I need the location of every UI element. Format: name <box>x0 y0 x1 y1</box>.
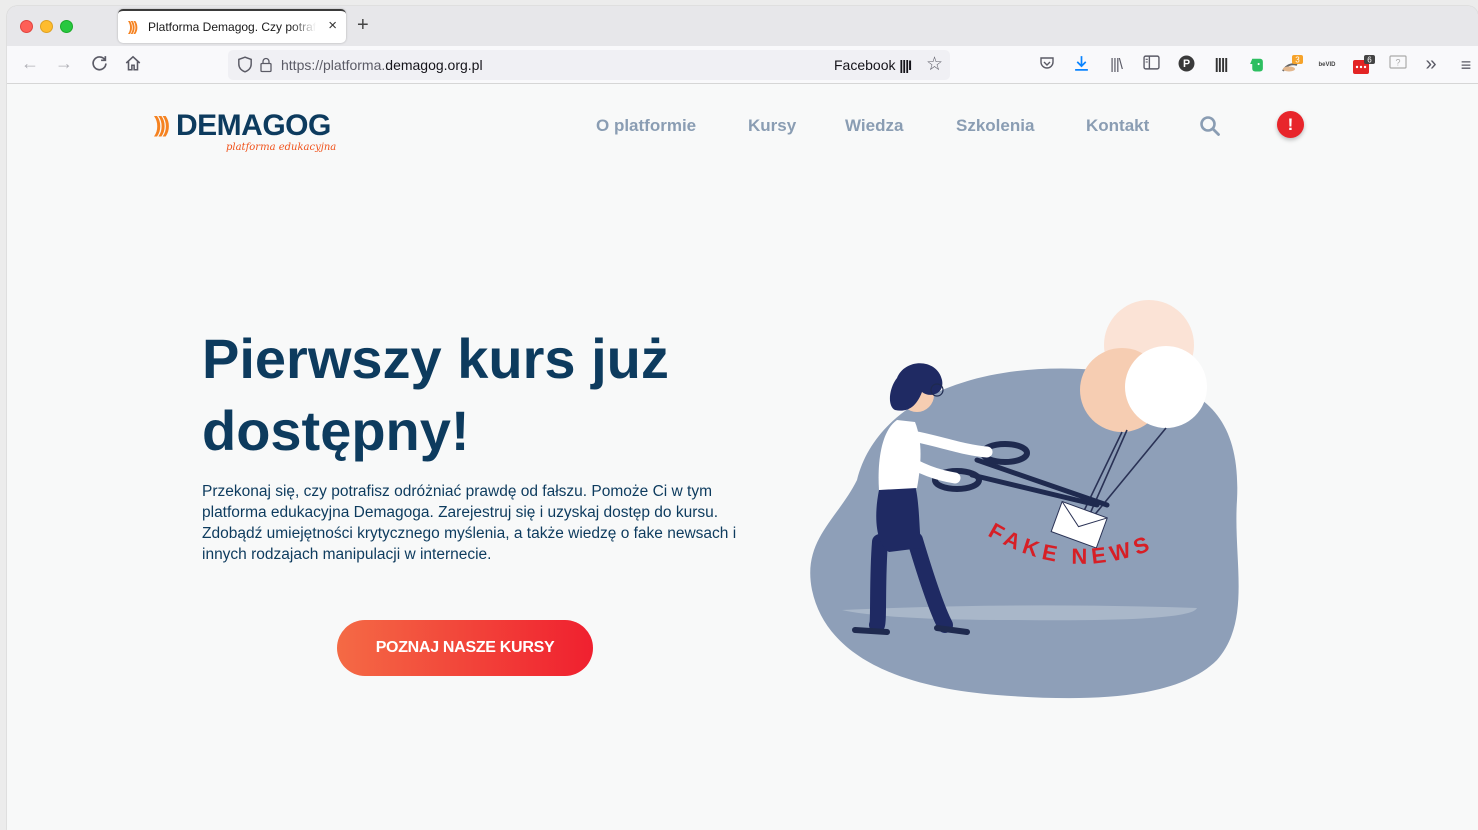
logo-text: DEMAGOG <box>176 109 331 142</box>
balloon-white <box>1125 346 1207 428</box>
reload-button[interactable] <box>91 55 108 77</box>
download-icon[interactable] <box>1071 55 1091 75</box>
close-window-button[interactable] <box>20 20 33 33</box>
forward-button[interactable]: → <box>55 53 73 74</box>
app-menu-icon[interactable]: ≡ <box>1456 55 1476 75</box>
extension-red-badge-icon[interactable]: 6 <box>1352 55 1375 75</box>
nav-item-wiedza[interactable]: Wiedza <box>845 116 903 136</box>
explore-courses-button[interactable]: POZNAJ NASZE KURSY <box>337 620 593 676</box>
bars-extension-icon[interactable]: |||| <box>1211 55 1231 75</box>
accessibility-alert-button[interactable]: ! <box>1277 111 1304 138</box>
minimize-window-button[interactable] <box>40 20 53 33</box>
video-extension-icon[interactable]: beVID <box>1317 55 1337 75</box>
p-extension-icon[interactable]: P <box>1176 55 1196 75</box>
nav-item-kursy[interactable]: Kursy <box>748 116 796 136</box>
search-icon[interactable] <box>1199 115 1221 137</box>
hero-description: Przekonaj się, czy potrafisz odróżniać p… <box>202 483 737 563</box>
address-bar[interactable]: https://platforma.demagog.org.pl Faceboo… <box>228 50 950 80</box>
container-label[interactable]: Facebook |||I <box>834 57 912 73</box>
lock-icon <box>260 57 272 73</box>
svg-text:P: P <box>1182 58 1189 70</box>
navigation-toolbar: ← → https://platforma.demagog.org.pl Fac… <box>7 46 1478 84</box>
svg-text:6: 6 <box>1367 56 1372 65</box>
tab-title: Platforma Demagog. Czy potrafisz <box>148 20 316 34</box>
svg-text:3: 3 <box>1295 56 1300 65</box>
url-text: https://platforma.demagog.org.pl <box>281 57 483 73</box>
home-button[interactable] <box>124 54 142 77</box>
page-content: ))) DEMAGOG platforma edukacyjna O platf… <box>7 85 1478 830</box>
bookmark-star-icon[interactable]: ☆ <box>926 53 943 76</box>
tab-active[interactable]: ))) Platforma Demagog. Czy potrafisz × <box>118 9 346 43</box>
browser-window: ))) Platforma Demagog. Czy potrafisz × +… <box>7 6 1478 830</box>
tracking-shield-icon <box>238 56 252 73</box>
library-icon[interactable]: |||\ <box>1106 55 1126 75</box>
back-button[interactable]: ← <box>21 53 39 74</box>
extension-orange-badge-icon[interactable]: 3 <box>1281 55 1303 75</box>
nav-item-szkolenia[interactable]: Szkolenia <box>956 116 1034 136</box>
home-icon <box>125 55 141 71</box>
svg-text:?: ? <box>1395 58 1400 68</box>
fake-news-illustration: FAKE NEWS <box>810 300 1239 699</box>
hero-title: Pierwszy kurs już dostępny! <box>202 327 669 462</box>
reload-icon <box>92 56 107 71</box>
tab-bar: ))) Platforma Demagog. Czy potrafisz × + <box>7 6 1478 46</box>
logo-subtitle: platforma edukacyjna <box>226 142 337 153</box>
help-box-icon[interactable]: ? <box>1388 55 1408 75</box>
overflow-chevron-icon[interactable]: » <box>1421 54 1441 75</box>
nav-item-o-platformie[interactable]: O platformie <box>596 116 696 136</box>
evernote-icon[interactable] <box>1246 55 1266 75</box>
new-tab-button[interactable]: + <box>357 14 369 37</box>
nav-item-kontakt[interactable]: Kontakt <box>1086 116 1149 136</box>
demagog-favicon-icon: ))) <box>128 18 138 34</box>
pocket-icon[interactable] <box>1037 55 1057 75</box>
zoom-window-button[interactable] <box>60 20 73 33</box>
tab-close-icon[interactable]: × <box>328 17 337 34</box>
logo-wave-icon: ))) <box>154 112 170 137</box>
sidebar-icon[interactable] <box>1141 55 1161 75</box>
